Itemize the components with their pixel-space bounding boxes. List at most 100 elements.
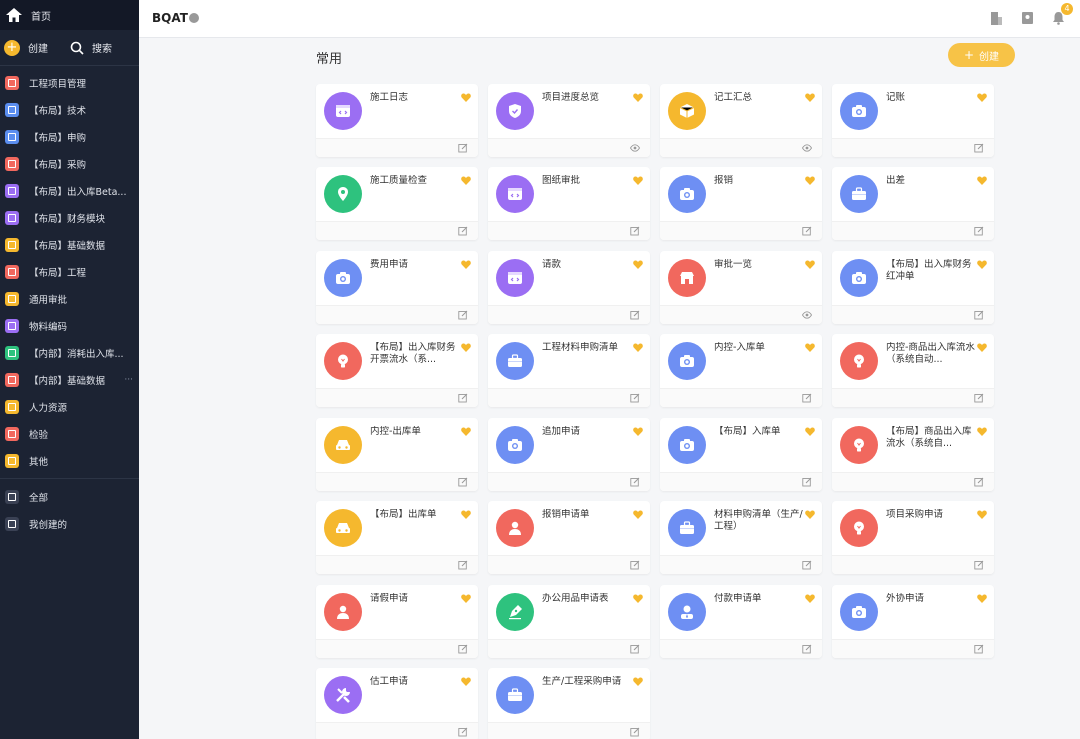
- favorite-heart-icon[interactable]: [461, 176, 471, 185]
- card-body[interactable]: 图纸审批: [488, 167, 650, 221]
- edit-icon[interactable]: [802, 560, 812, 570]
- favorite-heart-icon[interactable]: [805, 343, 815, 352]
- app-card[interactable]: 内控-入库单: [660, 334, 822, 407]
- sidebar-item[interactable]: 【布局】技术: [0, 96, 139, 123]
- app-card[interactable]: 材料申购清单（生产/工程）: [660, 501, 822, 574]
- card-body[interactable]: 内控-商品出入库流水（系统自动...: [832, 334, 994, 388]
- edit-icon[interactable]: [802, 393, 812, 403]
- sidebar-item[interactable]: 【布局】采购: [0, 150, 139, 177]
- card-body[interactable]: 办公用品申请表: [488, 585, 650, 639]
- favorite-heart-icon[interactable]: [805, 176, 815, 185]
- search-icon[interactable]: [70, 41, 84, 55]
- favorite-heart-icon[interactable]: [461, 93, 471, 102]
- app-card[interactable]: 审批一览: [660, 251, 822, 324]
- app-card[interactable]: 施工日志: [316, 84, 478, 157]
- edit-icon[interactable]: [458, 143, 468, 153]
- favorite-heart-icon[interactable]: [633, 677, 643, 686]
- edit-icon[interactable]: [974, 560, 984, 570]
- favorite-heart-icon[interactable]: [977, 93, 987, 102]
- edit-icon[interactable]: [630, 310, 640, 320]
- favorite-heart-icon[interactable]: [805, 93, 815, 102]
- edit-icon[interactable]: [630, 644, 640, 654]
- create-button[interactable]: + 创建: [948, 43, 1015, 67]
- favorite-heart-icon[interactable]: [461, 594, 471, 603]
- card-body[interactable]: 生产/工程采购申请: [488, 668, 650, 722]
- sidebar-item[interactable]: 【内部】基础数据 ···: [0, 366, 139, 393]
- favorite-heart-icon[interactable]: [461, 427, 471, 436]
- card-body[interactable]: 付款申请单: [660, 585, 822, 639]
- app-card[interactable]: 【布局】商品出入库流水（系统自...: [832, 418, 994, 491]
- app-card[interactable]: 项目采购申请: [832, 501, 994, 574]
- card-body[interactable]: 施工质量检查: [316, 167, 478, 221]
- card-body[interactable]: 外协申请: [832, 585, 994, 639]
- favorite-heart-icon[interactable]: [461, 260, 471, 269]
- sidebar-item[interactable]: 检验: [0, 420, 139, 447]
- app-card[interactable]: 【布局】入库单: [660, 418, 822, 491]
- card-body[interactable]: 记账: [832, 84, 994, 138]
- sidebar-item[interactable]: 【内部】消耗出入库...: [0, 339, 139, 366]
- app-card[interactable]: 请款: [488, 251, 650, 324]
- app-card[interactable]: 报销: [660, 167, 822, 240]
- app-card[interactable]: 出差: [832, 167, 994, 240]
- sidebar-item[interactable]: 物料编码: [0, 312, 139, 339]
- card-body[interactable]: 估工申请: [316, 668, 478, 722]
- card-body[interactable]: 施工日志: [316, 84, 478, 138]
- sidebar-item[interactable]: 【布局】基础数据: [0, 231, 139, 258]
- app-card[interactable]: 追加申请: [488, 418, 650, 491]
- app-card[interactable]: 【布局】出库单: [316, 501, 478, 574]
- eye-icon[interactable]: [802, 143, 812, 153]
- eye-icon[interactable]: [630, 143, 640, 153]
- app-card[interactable]: 【布局】出入库财务红冲单: [832, 251, 994, 324]
- edit-icon[interactable]: [458, 644, 468, 654]
- edit-icon[interactable]: [458, 310, 468, 320]
- sidebar-create-label[interactable]: 创建: [28, 40, 48, 55]
- app-card[interactable]: 请假申请: [316, 585, 478, 658]
- sync-icon[interactable]: [189, 13, 199, 23]
- favorite-heart-icon[interactable]: [977, 594, 987, 603]
- edit-icon[interactable]: [802, 644, 812, 654]
- favorite-heart-icon[interactable]: [805, 594, 815, 603]
- edit-icon[interactable]: [974, 393, 984, 403]
- favorite-heart-icon[interactable]: [977, 427, 987, 436]
- favorite-heart-icon[interactable]: [461, 510, 471, 519]
- app-card[interactable]: 外协申请: [832, 585, 994, 658]
- card-body[interactable]: 【布局】出库单: [316, 501, 478, 555]
- favorite-heart-icon[interactable]: [805, 260, 815, 269]
- edit-icon[interactable]: [458, 477, 468, 487]
- favorite-heart-icon[interactable]: [977, 510, 987, 519]
- app-card[interactable]: 施工质量检查: [316, 167, 478, 240]
- card-body[interactable]: 材料申购清单（生产/工程）: [660, 501, 822, 555]
- sidebar-search-label[interactable]: 搜索: [92, 40, 112, 55]
- app-card[interactable]: 办公用品申请表: [488, 585, 650, 658]
- eye-icon[interactable]: [802, 310, 812, 320]
- sidebar-item[interactable]: 【布局】申购: [0, 123, 139, 150]
- sidebar-item[interactable]: 【布局】财务模块: [0, 204, 139, 231]
- edit-icon[interactable]: [458, 727, 468, 737]
- app-card[interactable]: 【布局】出入库财务开票流水（系...: [316, 334, 478, 407]
- favorite-heart-icon[interactable]: [977, 176, 987, 185]
- edit-icon[interactable]: [802, 226, 812, 236]
- app-card[interactable]: 记账: [832, 84, 994, 157]
- favorite-heart-icon[interactable]: [633, 594, 643, 603]
- app-card[interactable]: 项目进度总览: [488, 84, 650, 157]
- card-body[interactable]: 【布局】出入库财务开票流水（系...: [316, 334, 478, 388]
- sidebar-home[interactable]: 首页: [0, 0, 139, 30]
- card-body[interactable]: 项目采购申请: [832, 501, 994, 555]
- edit-icon[interactable]: [630, 477, 640, 487]
- card-body[interactable]: 【布局】商品出入库流水（系统自...: [832, 418, 994, 472]
- sidebar-item[interactable]: 人力资源: [0, 393, 139, 420]
- edit-icon[interactable]: [630, 727, 640, 737]
- card-body[interactable]: 请款: [488, 251, 650, 305]
- edit-icon[interactable]: [458, 560, 468, 570]
- card-body[interactable]: 出差: [832, 167, 994, 221]
- sidebar-bottom-item[interactable]: 全部: [0, 483, 139, 510]
- app-card[interactable]: 图纸审批: [488, 167, 650, 240]
- app-card[interactable]: 工程材料申购清单: [488, 334, 650, 407]
- app-card[interactable]: 付款申请单: [660, 585, 822, 658]
- app-card[interactable]: 估工申请: [316, 668, 478, 739]
- favorite-heart-icon[interactable]: [633, 93, 643, 102]
- card-body[interactable]: 项目进度总览: [488, 84, 650, 138]
- edit-icon[interactable]: [974, 310, 984, 320]
- sidebar-bottom-item[interactable]: 我创建的: [0, 510, 139, 537]
- edit-icon[interactable]: [458, 393, 468, 403]
